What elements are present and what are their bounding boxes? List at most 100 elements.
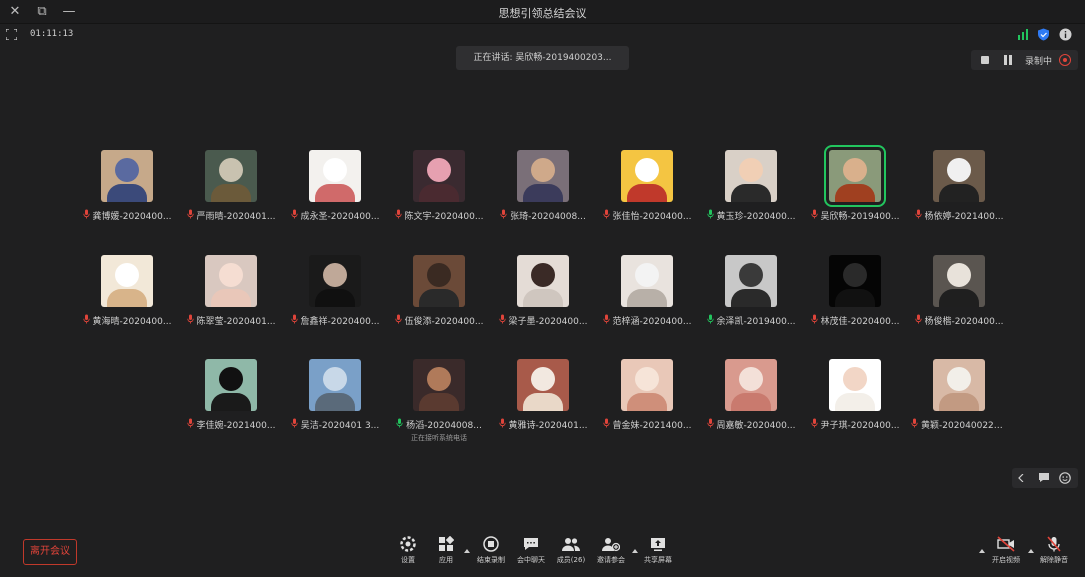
participant-tile[interactable]: 吴洁-2020401 3... — [283, 359, 387, 449]
avatar-body — [523, 289, 563, 307]
participant-tile[interactable]: 曾金妹-2021400... — [595, 359, 699, 449]
video-off-icon — [997, 536, 1015, 552]
settings-label: 设置 — [401, 556, 415, 564]
participant-tile[interactable]: 黄雅诗-2020401... — [491, 359, 595, 449]
participant-name: 尹子琪-2020400... — [820, 421, 900, 431]
emoji-icon[interactable] — [1059, 472, 1071, 484]
participant-tile[interactable]: 黄颖-2020400225... — [907, 359, 1011, 449]
participant-name: 黄玉珍-2020400... — [716, 212, 796, 222]
participant-name: 林茂佳-2020400... — [820, 317, 900, 327]
mic-muted-icon — [914, 209, 922, 219]
invite-button[interactable]: 邀请参会 — [591, 536, 631, 574]
participant-avatar — [101, 150, 153, 202]
participant-avatar — [517, 255, 569, 307]
participant-name: 李佳婉-2021400... — [196, 421, 276, 431]
caret-up-icon[interactable] — [979, 548, 985, 554]
participant-avatar — [413, 255, 465, 307]
participant-name-row: 成永圣-2020400... — [283, 209, 387, 223]
recording-dot-icon — [1059, 54, 1071, 66]
participant-name: 伍俊添-2020400... — [404, 317, 484, 327]
participant-tile[interactable]: 梁子墨-2020400... — [491, 255, 595, 345]
participant-tile[interactable]: 林茂佳-2020400... — [803, 255, 907, 345]
participant-name: 龚博媛-2020400... — [92, 212, 172, 222]
participant-tile[interactable]: 周嘉敏-2020400... — [699, 359, 803, 449]
settings-button[interactable]: 设置 — [388, 536, 428, 574]
participant-tile[interactable]: 尹子琪-2020400... — [803, 359, 907, 449]
participant-name-row: 詹鑫祥-2020400... — [283, 314, 387, 328]
avatar-face — [635, 263, 659, 287]
participant-tile[interactable]: 吴欣畅-2019400... — [803, 145, 907, 240]
participant-tile[interactable]: 陈文宇-2020400... — [387, 150, 491, 240]
share-screen-button[interactable]: 共享屏幕 — [638, 536, 678, 574]
avatar-body — [315, 289, 355, 307]
participant-tile[interactable]: 张佳怡-2020400... — [595, 150, 699, 240]
mic-muted-icon — [706, 418, 714, 428]
participant-avatar — [309, 150, 361, 202]
participant-tile[interactable]: 余泽凯-2019400... — [699, 255, 803, 345]
shield-icon[interactable] — [1037, 28, 1050, 41]
pause-recording-icon[interactable] — [1004, 55, 1012, 65]
participant-tile[interactable]: 范梓涵-2020400... — [595, 255, 699, 345]
start-video-button[interactable]: 开启视频 — [986, 536, 1026, 574]
mic-muted-icon — [290, 314, 298, 324]
avatar-body — [731, 289, 771, 307]
participant-tile[interactable]: 伍俊添-2020400... — [387, 255, 491, 345]
meeting-timer: 01:11:13 — [30, 29, 74, 39]
participant-avatar — [829, 359, 881, 411]
mic-muted-icon — [914, 314, 922, 324]
avatar-body — [419, 184, 459, 202]
avatar-body — [211, 393, 251, 411]
avatar-face — [323, 263, 347, 287]
members-button[interactable]: 成员(26) — [551, 536, 591, 574]
title-bar: ✕ ⧉ — 思想引领总结会议 — [0, 0, 1085, 24]
participant-name: 吴洁-2020401 3... — [300, 421, 380, 431]
participant-tile[interactable]: 严雨晴-2020401... — [179, 150, 283, 240]
participant-tile[interactable]: 杨滔-20204008... 正在接听系统电话 — [387, 359, 491, 449]
avatar-face — [427, 367, 451, 391]
chat-button[interactable]: 会中聊天 — [511, 536, 551, 574]
participant-tile[interactable]: 龚博媛-2020400... — [75, 150, 179, 240]
avatar-face — [219, 158, 243, 182]
participant-tile[interactable]: 杨依婷-2021400... — [907, 150, 1011, 240]
chat-mini-bar[interactable] — [1012, 468, 1078, 488]
apps-button[interactable]: 应用 — [426, 536, 466, 574]
participant-tile[interactable]: 黄玉珍-2020400... — [699, 150, 803, 240]
avatar-body — [419, 289, 459, 307]
avatar-body — [835, 184, 875, 202]
participant-tile[interactable]: 陈翠莹-2020401... — [179, 255, 283, 345]
members-icon — [562, 538, 580, 551]
end-recording-button[interactable]: 结束录制 — [471, 536, 511, 574]
participant-tile[interactable]: 黄海晴-2020400... — [75, 255, 179, 345]
participant-name-row: 黄雅诗-2020401... — [491, 418, 595, 432]
chat-bubble-icon[interactable] — [1038, 472, 1050, 483]
leave-meeting-button[interactable]: 离开会议 — [23, 539, 77, 565]
participant-tile[interactable]: 李佳婉-2021400... — [179, 359, 283, 449]
caret-up-icon[interactable] — [464, 548, 470, 554]
participant-tile[interactable]: 詹鑫祥-2020400... — [283, 255, 387, 345]
avatar-body — [627, 184, 667, 202]
participant-name-row: 梁子墨-2020400... — [491, 314, 595, 328]
fullscreen-icon[interactable] — [6, 29, 17, 40]
invite-label: 邀请参会 — [597, 556, 625, 564]
avatar-face — [531, 367, 555, 391]
info-icon[interactable] — [1059, 28, 1072, 41]
mic-muted-icon — [500, 209, 507, 219]
participant-tile[interactable]: 成永圣-2020400... — [283, 150, 387, 240]
avatar-face — [531, 263, 555, 287]
participant-avatar — [829, 255, 881, 307]
participant-name-row: 范梓涵-2020400... — [595, 314, 699, 328]
unmute-button[interactable]: 解除静音 — [1034, 536, 1074, 574]
participant-name-row: 陈文宇-2020400... — [387, 209, 491, 223]
participant-avatar — [413, 359, 465, 411]
participant-name-row: 周嘉敏-2020400... — [699, 418, 803, 432]
participant-tile[interactable]: 张琦-20204008... — [491, 150, 595, 240]
stop-recording-icon[interactable] — [981, 56, 989, 64]
chevron-left-icon[interactable] — [1018, 474, 1024, 482]
participant-name: 严雨晴-2020401... — [196, 212, 276, 222]
participant-name-row: 杨滔-20204008... — [387, 418, 491, 432]
participant-tile[interactable]: 杨俊楷-2020400... — [907, 255, 1011, 345]
chat-icon — [524, 538, 538, 550]
meeting-title: 思想引领总结会议 — [498, 7, 587, 20]
signal-bars-icon[interactable] — [1017, 28, 1030, 41]
avatar-face — [323, 158, 347, 182]
